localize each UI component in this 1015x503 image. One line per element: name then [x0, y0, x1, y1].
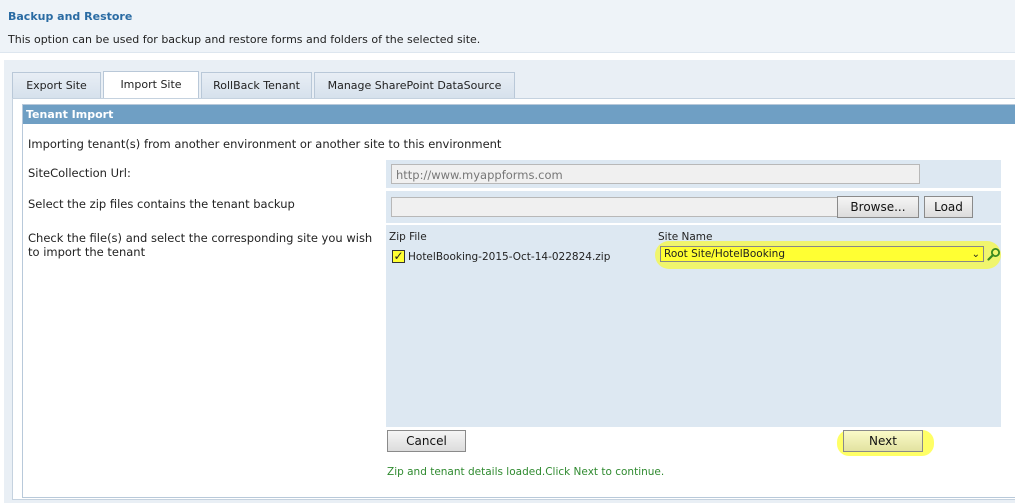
site-url-input[interactable]: http://www.myappforms.com [391, 164, 920, 184]
tab-export-site[interactable]: Export Site [12, 72, 101, 98]
site-url-label: SiteCollection Url: [28, 166, 131, 180]
chevron-down-icon: ⌄ [971, 249, 980, 260]
tab-rollback-tenant[interactable]: RollBack Tenant [201, 72, 312, 98]
zip-file-column-header: Zip File [389, 231, 427, 243]
zip-file-input[interactable] [391, 197, 839, 217]
tab-import-site[interactable]: Import Site [103, 71, 199, 99]
section-title: Tenant Import [23, 105, 1015, 124]
check-files-label: Check the file(s) and select the corresp… [28, 231, 373, 259]
search-icon[interactable] [987, 247, 1001, 261]
import-site-panel: Tenant Import Importing tenant(s) from a… [12, 98, 1015, 500]
intro-text: Importing tenant(s) from another environ… [28, 137, 502, 151]
zip-select-label: Select the zip files contains the tenant… [28, 197, 295, 211]
page-title: Backup and Restore [8, 10, 133, 23]
browse-button[interactable]: Browse... [837, 196, 919, 218]
load-button[interactable]: Load [924, 196, 973, 218]
page-description: This option can be used for backup and r… [8, 33, 481, 46]
cancel-button[interactable]: Cancel [387, 430, 466, 452]
zip-file-name: HotelBooking-2015-Oct-14-022824.zip [408, 251, 611, 263]
page-header: Backup and Restore This option can be us… [0, 0, 1015, 53]
zip-file-checkbox[interactable]: ✓ [392, 250, 405, 263]
status-message: Zip and tenant details loaded.Click Next… [387, 466, 665, 478]
next-button[interactable]: Next [843, 430, 923, 452]
tab-manage-sharepoint-datasource[interactable]: Manage SharePoint DataSource [314, 72, 515, 98]
tenant-import-section: Tenant Import Importing tenant(s) from a… [22, 104, 1015, 498]
site-name-selected-value: Root Site/HotelBooking [664, 248, 786, 260]
site-name-select[interactable]: Root Site/HotelBooking ⌄ [660, 246, 984, 262]
